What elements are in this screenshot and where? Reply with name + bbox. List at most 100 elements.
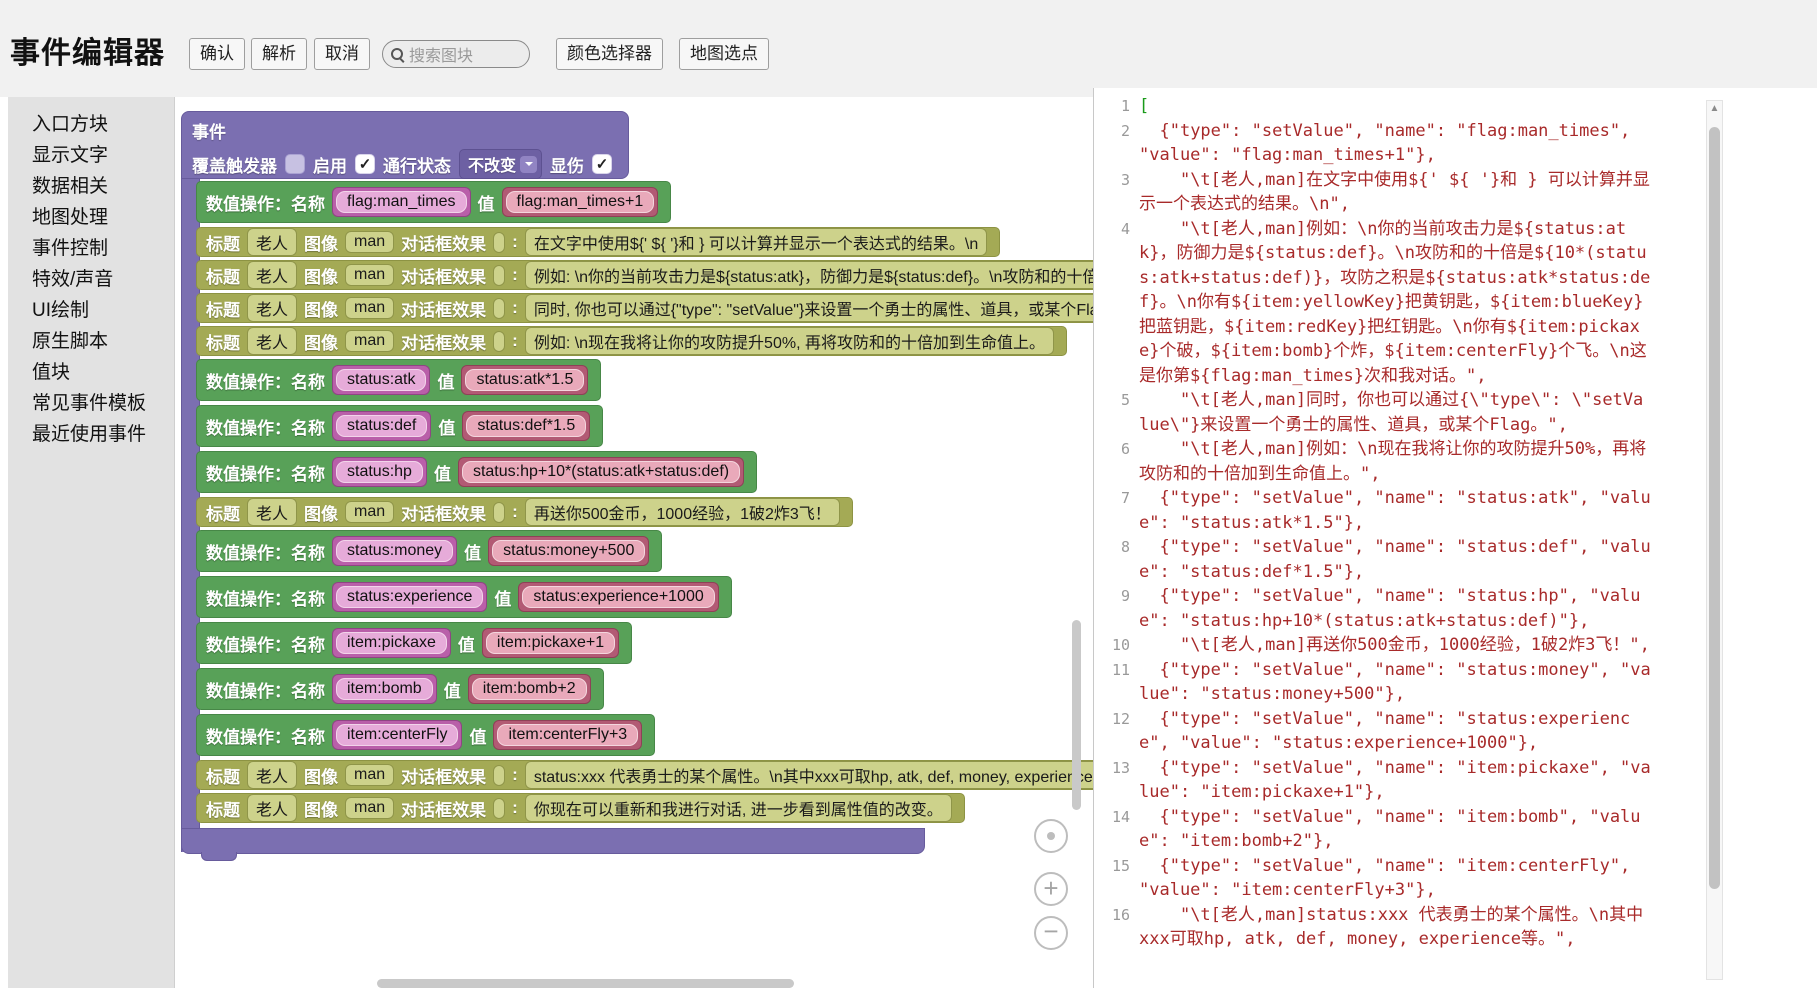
editor-scrollbar-thumb[interactable]	[1709, 127, 1720, 889]
value-field[interactable]: item:pickaxe+1	[486, 632, 615, 654]
sidebar-item[interactable]: 数据相关	[8, 171, 174, 202]
sidebar-item[interactable]: 显示文字	[8, 140, 174, 171]
dialog-effect-field[interactable]	[493, 331, 505, 352]
name-field[interactable]: status:def	[336, 415, 427, 437]
dialog-effect-field[interactable]	[493, 232, 505, 253]
name-value-block[interactable]: status:money	[332, 536, 457, 566]
sidebar-item[interactable]: 值块	[8, 357, 174, 388]
value-field[interactable]: status:atk*1.5	[465, 369, 584, 391]
parse-button[interactable]: 解析	[251, 38, 307, 70]
expression-value-block[interactable]: status:hp+10*(status:atk+status:def)	[458, 457, 744, 487]
cancel-button[interactable]: 取消	[314, 38, 370, 70]
enabled-checkbox[interactable]	[355, 154, 375, 174]
scroll-up-arrow-icon[interactable]: ▲	[1707, 103, 1722, 114]
title-field[interactable]: 老人	[247, 294, 297, 322]
expression-value-block[interactable]: item:pickaxe+1	[482, 628, 619, 658]
zoom-in-button[interactable]: +	[1034, 872, 1068, 906]
sidebar-item[interactable]: 常见事件模板	[8, 388, 174, 419]
image-field[interactable]: man	[345, 330, 394, 352]
value-field[interactable]: item:bomb+2	[472, 678, 587, 700]
expression-value-block[interactable]: item:bomb+2	[468, 674, 591, 704]
block-setvalue[interactable]: 数值操作：名称flag:man_times值flag:man_times+1	[196, 181, 671, 223]
sidebar-item[interactable]: UI绘制	[8, 295, 174, 326]
show-damage-checkbox[interactable]	[592, 154, 612, 174]
workspace-horizontal-scrollbar[interactable]	[377, 979, 794, 988]
name-value-block[interactable]: item:bomb	[332, 674, 437, 704]
image-field[interactable]: man	[345, 764, 394, 786]
block-setvalue[interactable]: 数值操作：名称status:def值status:def*1.5	[196, 405, 603, 447]
text-field[interactable]: status:xxx 代表勇士的某个属性。\n其中xxx可取hp, atk, d…	[525, 761, 1093, 789]
title-field[interactable]: 老人	[247, 794, 297, 822]
image-field[interactable]: man	[345, 297, 394, 319]
title-field[interactable]: 老人	[247, 498, 297, 526]
block-setvalue[interactable]: 数值操作：名称status:money值status:money+500	[196, 530, 662, 572]
name-value-block[interactable]: status:def	[332, 411, 431, 441]
sidebar-item[interactable]: 特效/声音	[8, 264, 174, 295]
sidebar-item[interactable]: 地图处理	[8, 202, 174, 233]
name-field[interactable]: flag:man_times	[336, 191, 467, 213]
expression-value-block[interactable]: status:atk*1.5	[461, 365, 588, 395]
block-text[interactable]: 标题老人图像man对话框效果:在文字中使用${' ${ '}和 } 可以计算并显…	[196, 227, 1000, 257]
recenter-button[interactable]	[1034, 819, 1068, 853]
dialog-effect-field[interactable]	[493, 502, 505, 523]
value-field[interactable]: status:hp+10*(status:atk+status:def)	[462, 461, 740, 483]
expression-value-block[interactable]: status:experience+1000	[518, 582, 718, 612]
sidebar-item[interactable]: 入口方块	[8, 109, 174, 140]
name-field[interactable]: status:atk	[336, 369, 426, 391]
name-field[interactable]: status:money	[336, 540, 453, 562]
image-field[interactable]: man	[345, 501, 394, 523]
sidebar-item[interactable]: 事件控制	[8, 233, 174, 264]
text-field[interactable]: 你现在可以重新和我进行对话, 进一步看到属性值的改变。	[525, 794, 952, 822]
image-field[interactable]: man	[345, 797, 394, 819]
override-trigger-checkbox[interactable]	[285, 154, 305, 174]
name-field[interactable]: item:bomb	[336, 678, 433, 700]
block-text[interactable]: 标题老人图像man对话框效果:再送你500金币，1000经验，1破2炸3飞！	[196, 497, 853, 527]
expression-value-block[interactable]: status:money+500	[488, 536, 649, 566]
dialog-effect-field[interactable]	[493, 798, 505, 819]
block-setvalue[interactable]: 数值操作：名称status:atk值status:atk*1.5	[196, 359, 601, 401]
sidebar-item[interactable]: 原生脚本	[8, 326, 174, 357]
json-code-editor[interactable]: 1[2 {"type": "setValue", "name": "flag:m…	[1093, 88, 1817, 988]
title-field[interactable]: 老人	[247, 261, 297, 289]
editor-scrollbar[interactable]: ▲	[1706, 100, 1723, 980]
value-field[interactable]: status:experience+1000	[522, 586, 714, 608]
confirm-button[interactable]: 确认	[189, 38, 245, 70]
name-value-block[interactable]: status:hp	[332, 457, 427, 487]
text-field[interactable]: 同时, 你也可以通过{"type": "setValue"}来设置一个勇士的属性…	[525, 294, 1093, 322]
event-block-header[interactable]: 事件 覆盖触发器 启用 通行状态 不改变 显伤	[181, 111, 629, 179]
block-setvalue[interactable]: 数值操作：名称status:hp值status:hp+10*(status:at…	[196, 451, 757, 493]
title-field[interactable]: 老人	[247, 327, 297, 355]
name-value-block[interactable]: item:pickaxe	[332, 628, 451, 658]
title-field[interactable]: 老人	[247, 761, 297, 789]
name-field[interactable]: status:experience	[336, 586, 483, 608]
name-value-block[interactable]: status:atk	[332, 365, 430, 395]
title-field[interactable]: 老人	[247, 228, 297, 256]
block-setvalue[interactable]: 数值操作：名称status:experience值status:experien…	[196, 576, 732, 618]
zoom-out-button[interactable]: −	[1034, 916, 1068, 950]
pass-state-dropdown[interactable]: 不改变	[459, 149, 542, 179]
block-text[interactable]: 标题老人图像man对话框效果:例如: \n你的当前攻击力是${status:at…	[196, 260, 1093, 290]
text-field[interactable]: 在文字中使用${' ${ '}和 } 可以计算并显示一个表达式的结果。\n	[525, 228, 987, 256]
dialog-effect-field[interactable]	[493, 265, 505, 286]
workspace-vertical-scrollbar[interactable]	[1072, 620, 1081, 810]
block-text[interactable]: 标题老人图像man对话框效果:同时, 你也可以通过{"type": "setVa…	[196, 293, 1093, 323]
block-text[interactable]: 标题老人图像man对话框效果:你现在可以重新和我进行对话, 进一步看到属性值的改…	[196, 793, 965, 823]
name-field[interactable]: item:centerFly	[336, 724, 458, 746]
block-text[interactable]: 标题老人图像man对话框效果:例如: \n现在我将让你的攻防提升50%, 再将攻…	[196, 326, 1067, 356]
expression-value-block[interactable]: flag:man_times+1	[502, 187, 659, 217]
map-pick-button[interactable]: 地图选点	[679, 38, 769, 70]
expression-value-block[interactable]: status:def*1.5	[462, 411, 590, 441]
value-field[interactable]: flag:man_times+1	[506, 191, 655, 213]
block-setvalue[interactable]: 数值操作：名称item:centerFly值item:centerFly+3	[196, 714, 655, 756]
blockly-workspace[interactable]: 事件 覆盖触发器 启用 通行状态 不改变 显伤 数值操作：名称flag:man_…	[175, 97, 1093, 988]
dialog-effect-field[interactable]	[493, 298, 505, 319]
name-field[interactable]: status:hp	[336, 461, 423, 483]
text-field[interactable]: 再送你500金币，1000经验，1破2炸3飞！	[525, 498, 840, 526]
text-field[interactable]: 例如: \n现在我将让你的攻防提升50%, 再将攻防和的十倍加到生命值上。	[525, 327, 1054, 355]
image-field[interactable]: man	[345, 264, 394, 286]
color-picker-button[interactable]: 颜色选择器	[556, 38, 663, 70]
value-field[interactable]: status:money+500	[492, 540, 645, 562]
value-field[interactable]: status:def*1.5	[466, 415, 586, 437]
block-text[interactable]: 标题老人图像man对话框效果:status:xxx 代表勇士的某个属性。\n其中…	[196, 760, 1093, 790]
sidebar-item[interactable]: 最近使用事件	[8, 419, 174, 450]
